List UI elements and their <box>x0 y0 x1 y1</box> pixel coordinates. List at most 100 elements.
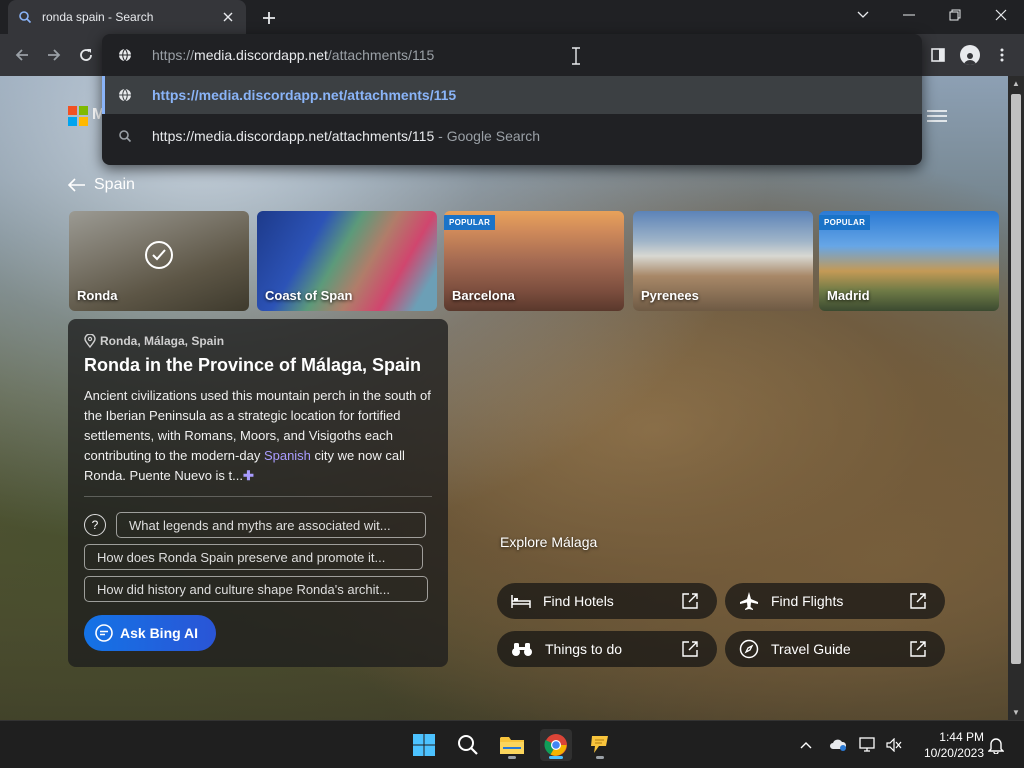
location-title: Ronda in the Province of Málaga, Spain <box>84 355 422 375</box>
external-link-icon <box>682 641 698 657</box>
chevron-up-icon <box>800 742 812 749</box>
card-label: Madrid <box>827 288 870 303</box>
chrome-taskbar-button[interactable] <box>540 729 572 761</box>
monitor-network-icon <box>859 737 875 752</box>
kebab-menu-icon <box>1000 48 1004 62</box>
suggestion-query: https://media.discordapp.net/attachments… <box>152 128 435 144</box>
start-button[interactable] <box>408 729 440 761</box>
plus-icon <box>263 12 275 24</box>
scrollbar-thumb[interactable] <box>1011 94 1021 664</box>
address-bar[interactable]: https://media.discordapp.net/attachments… <box>102 34 922 76</box>
hamburger-icon <box>927 110 947 122</box>
suggestion-url[interactable]: https://media.discordapp.net/attachments… <box>102 76 922 114</box>
tab-title: ronda spain - Search <box>42 10 154 24</box>
close-tab-icon[interactable] <box>220 9 236 25</box>
arrow-right-icon <box>48 49 61 61</box>
suggestion-text: https://media.discordapp.net/attachments… <box>152 128 540 144</box>
external-link-icon <box>910 641 926 657</box>
suggestion-text: https://media.discordapp.net/attachments… <box>152 87 457 103</box>
ask-bing-ai-button[interactable]: Ask Bing AI <box>84 615 216 651</box>
scroll-down-icon[interactable]: ▼ <box>1012 708 1020 717</box>
card-label: Coast of Span <box>265 288 353 303</box>
arrow-left-icon <box>15 49 28 61</box>
minimize-button[interactable] <box>886 0 932 30</box>
profile-button[interactable] <box>960 45 980 65</box>
address-text: https://media.discordapp.net/attachments… <box>152 47 434 63</box>
taskbar-clock[interactable]: 1:44 PM 10/20/2023 <box>916 729 984 761</box>
menu-button[interactable] <box>992 45 1012 65</box>
popular-badge: POPULAR <box>819 215 871 230</box>
back-to-spain-link[interactable]: Spain <box>68 176 135 194</box>
card-label: Barcelona <box>452 288 515 303</box>
button-label: Find Flights <box>771 593 844 609</box>
file-explorer-button[interactable] <box>496 729 528 761</box>
page-scrollbar[interactable]: ▲ ▼ <box>1008 76 1024 720</box>
url-path: /attachments/115 <box>327 47 435 63</box>
suggestion-suffix: - Google Search <box>434 128 541 144</box>
tab-search-dropdown-button[interactable] <box>840 0 886 30</box>
question-chip[interactable]: What legends and myths are associated wi… <box>116 512 426 538</box>
back-button[interactable] <box>9 42 35 68</box>
system-tray <box>796 721 904 768</box>
show-hidden-icons-button[interactable] <box>796 741 816 749</box>
things-to-do-button[interactable]: Things to do <box>497 631 717 667</box>
clock-date: 10/20/2023 <box>923 746 984 760</box>
travel-guide-button[interactable]: Travel Guide <box>725 631 945 667</box>
notification-button[interactable] <box>988 721 1004 768</box>
bell-icon <box>988 738 1004 754</box>
destination-card-coast-of-span[interactable]: Coast of Span <box>257 211 437 311</box>
scroll-up-icon[interactable]: ▲ <box>1012 79 1020 88</box>
external-link-icon <box>682 593 698 609</box>
cloud-icon <box>830 739 847 751</box>
suggestion-search[interactable]: https://media.discordapp.net/attachments… <box>102 116 922 156</box>
tab-search[interactable]: ronda spain - Search <box>8 0 246 34</box>
network-tray-button[interactable] <box>858 737 878 753</box>
question-chip[interactable]: How did history and culture shape Ronda'… <box>84 576 428 602</box>
destination-card-ronda[interactable]: Ronda <box>69 211 249 311</box>
location-row: Ronda, Málaga, Spain <box>84 334 224 348</box>
button-label: Travel Guide <box>771 641 851 657</box>
chat-icon <box>95 624 113 642</box>
destination-card-pyrenees[interactable]: Pyrenees <box>633 211 813 311</box>
folder-icon <box>500 737 524 754</box>
find-hotels-button[interactable]: Find Hotels <box>497 583 717 619</box>
explore-title: Explore Málaga <box>500 534 598 550</box>
volume-tray-button[interactable] <box>884 738 904 752</box>
reload-icon <box>80 49 92 61</box>
question-chip[interactable]: How does Ronda Spain preserve and promot… <box>84 544 423 570</box>
forward-button[interactable] <box>41 42 67 68</box>
omnibox-dropdown: https://media.discordapp.net/attachments… <box>102 34 922 165</box>
restore-button[interactable] <box>932 0 978 30</box>
bed-icon <box>511 595 531 608</box>
spanish-link[interactable]: Spanish <box>264 448 311 463</box>
destination-card-barcelona[interactable]: POPULAR Barcelona <box>444 211 624 311</box>
find-flights-button[interactable]: Find Flights <box>725 583 945 619</box>
question-icon: ? <box>84 514 106 536</box>
search-icon <box>119 130 132 143</box>
card-label: Pyrenees <box>641 288 699 303</box>
active-indicator <box>549 756 563 759</box>
hamburger-menu-button[interactable] <box>926 108 948 124</box>
read-more-icon[interactable]: ✚ <box>243 468 254 483</box>
speaker-muted-icon <box>886 738 902 752</box>
external-link-icon <box>910 593 926 609</box>
location-info-panel: Ronda, Málaga, Spain Ronda in the Provin… <box>68 319 448 667</box>
location-description: Ancient civilizations used this mountain… <box>84 386 436 486</box>
search-icon <box>19 11 32 24</box>
url-host: media.discordapp.net <box>194 47 328 63</box>
arrow-left-icon <box>68 178 85 192</box>
globe-icon <box>119 48 131 62</box>
clock-time: 1:44 PM <box>939 730 984 744</box>
side-panel-button[interactable] <box>928 45 948 65</box>
microsoft-logo[interactable] <box>68 106 88 126</box>
new-tab-button[interactable] <box>258 7 280 29</box>
close-window-button[interactable] <box>978 0 1024 30</box>
minimize-icon <box>903 14 915 16</box>
binoculars-icon <box>512 643 532 656</box>
destination-card-madrid[interactable]: POPULAR Madrid <box>819 211 999 311</box>
reload-button[interactable] <box>73 42 99 68</box>
onedrive-tray-button[interactable] <box>828 738 848 752</box>
taskbar-search-button[interactable] <box>452 729 484 761</box>
sticky-app-button[interactable] <box>584 729 616 761</box>
button-label: Find Hotels <box>543 593 614 609</box>
